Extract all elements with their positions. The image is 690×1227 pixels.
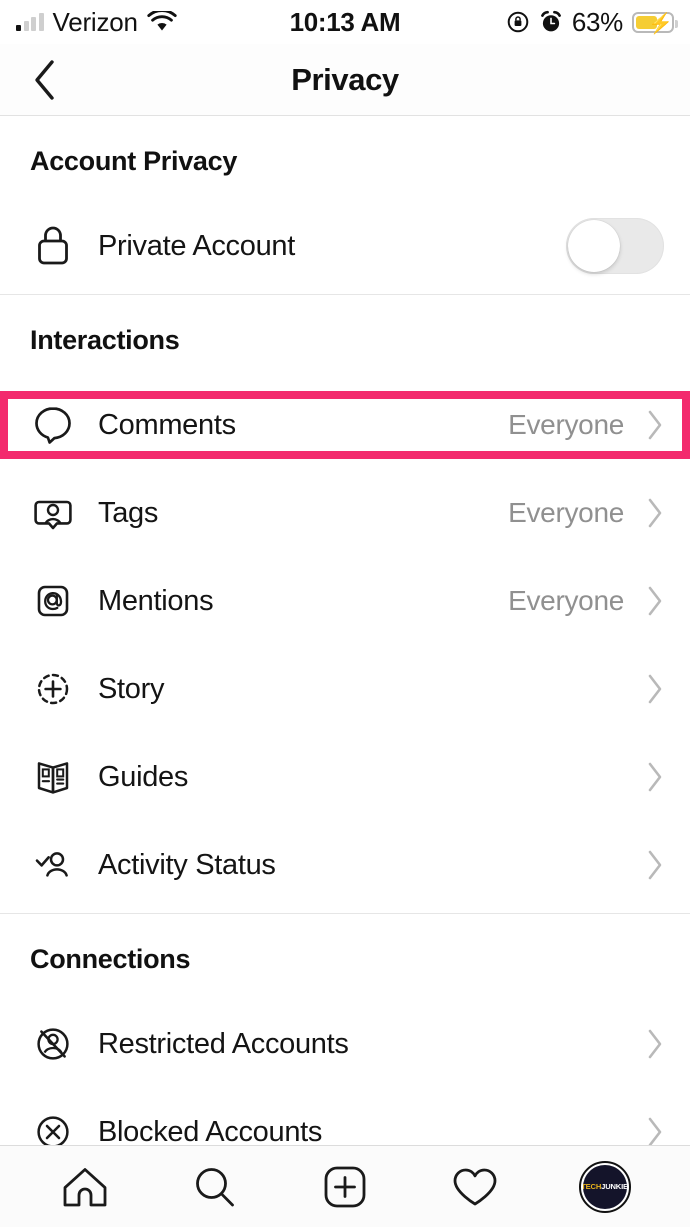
activity-status-icon [30,842,76,888]
chevron-right-icon [646,761,664,793]
guides-book-icon [30,754,76,800]
wifi-icon [147,11,177,33]
row-value: Everyone [508,497,624,528]
row-label: Activity Status [98,848,276,881]
row-tags[interactable]: Tags Everyone [0,469,690,557]
avatar-text-junkie: JUNKIE [601,1181,627,1191]
row-comments[interactable]: Comments Everyone [0,391,690,459]
chevron-right-icon [646,1028,664,1060]
signal-bars-icon [16,12,44,31]
row-mentions[interactable]: Mentions Everyone [0,557,690,645]
tag-person-icon [30,490,76,536]
tab-add[interactable] [313,1155,377,1219]
settings-list[interactable]: Account Privacy Private Account Interact… [0,116,690,1145]
restricted-account-icon [30,1021,76,1067]
chevron-right-icon [646,497,664,529]
add-post-icon [322,1164,368,1210]
row-activity-status[interactable]: Activity Status [0,821,690,909]
alarm-clock-icon [539,10,563,34]
profile-avatar: TECHJUNKIE [579,1160,631,1213]
row-value: Everyone [508,585,624,616]
lock-icon [30,223,76,269]
chevron-left-icon [32,59,58,101]
row-label: Restricted Accounts [98,1027,349,1060]
tab-home[interactable] [53,1155,117,1219]
chevron-right-icon [646,849,664,881]
row-guides[interactable]: Guides [0,733,690,821]
mention-at-icon [30,578,76,624]
status-bar: Verizon 10:13 AM 63% ⚡ [0,0,690,44]
bottom-tab-bar: TECHJUNKIE [0,1145,690,1227]
carrier-label: Verizon [52,6,139,37]
status-bar-left: Verizon [16,7,177,38]
row-story[interactable]: Story [0,645,690,733]
chevron-right-icon [646,409,664,441]
chevron-right-icon [646,673,664,705]
back-button[interactable] [18,44,72,115]
nav-bar: Privacy [0,44,690,116]
comment-bubble-icon [30,402,76,448]
row-private-account[interactable]: Private Account [0,202,690,290]
row-blocked-accounts[interactable]: Blocked Accounts [0,1088,690,1145]
page-title: Privacy [291,61,399,97]
row-label: Private Account [98,229,295,262]
charging-bolt-icon: ⚡ [648,12,673,35]
chevron-right-icon [646,585,664,617]
chevron-right-icon [646,1116,664,1145]
battery-icon: ⚡ [632,11,678,35]
row-label: Mentions [98,584,214,617]
row-label: Guides [98,760,189,793]
row-label: Tags [98,496,159,529]
blocked-account-icon [30,1109,76,1145]
row-restricted-accounts[interactable]: Restricted Accounts [0,1000,690,1088]
tab-search[interactable] [183,1155,247,1219]
search-icon [191,1163,239,1211]
rotation-lock-icon [506,10,530,34]
row-label: Blocked Accounts [98,1115,323,1146]
home-icon [60,1164,110,1210]
row-label: Story [98,672,165,705]
section-header-account-privacy: Account Privacy [30,146,238,176]
row-label: Comments [98,408,236,441]
tab-profile[interactable]: TECHJUNKIE [573,1155,637,1219]
toggle-knob [568,220,620,272]
tab-activity[interactable] [443,1155,507,1219]
private-account-toggle[interactable] [566,218,664,274]
section-header-connections: Connections [30,944,191,974]
section-header-interactions: Interactions [30,325,180,355]
battery-percent-label: 63% [571,6,623,37]
row-value: Everyone [508,409,624,440]
avatar-text-tech: TECH [583,1181,602,1191]
heart-icon [450,1164,500,1210]
story-plus-icon [30,666,76,712]
status-bar-right: 63% ⚡ [506,6,678,38]
